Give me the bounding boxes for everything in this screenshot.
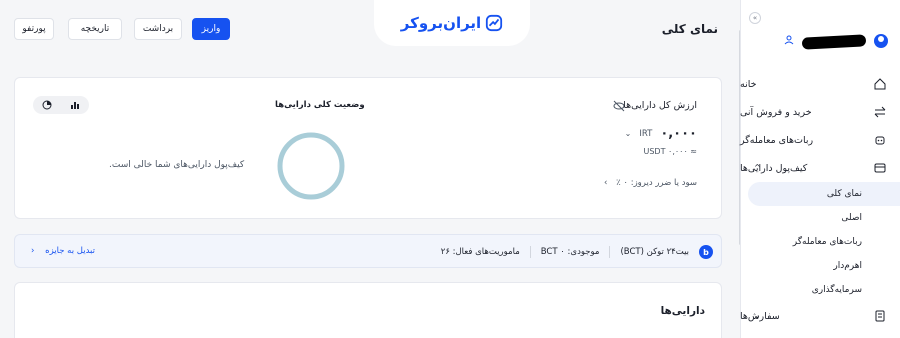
usdt-value: ≈ ۰,۰۰۰ USDT (643, 147, 697, 156)
sidebar: « خانه خرید و فروش آنی ربات‌های معامله‌گ… (740, 0, 900, 338)
sidebar-item-instant-trade[interactable]: خرید و فروش آنی (740, 98, 900, 126)
bct-active-missions: ماموریت‌های فعال: ۲۶ (440, 247, 520, 257)
irt-amount: ۰,۰۰۰ (660, 126, 697, 141)
chevron-up-icon[interactable]: ^ (754, 163, 761, 172)
user-name-redacted (801, 34, 867, 50)
sidebar-subitem-main[interactable]: اصلی (740, 206, 900, 230)
collapse-sidebar-icon[interactable]: « (749, 12, 761, 24)
assets-status-title: وضعیت کلی دارایی‌ها (275, 100, 365, 110)
history-button[interactable]: تاریخچه (68, 18, 122, 40)
irt-balance: ⌄ IRT ۰,۰۰۰ (625, 126, 697, 141)
page-title: نمای کلی (661, 22, 718, 36)
bct-token-strip: b بیت۲۴ توکن (BCT) موجودی: ۰ BCT ماموریت… (14, 234, 722, 268)
chevron-down-icon[interactable]: ⌄ (625, 129, 632, 138)
assets-donut-chart (277, 132, 345, 200)
wallet-icon (874, 163, 886, 173)
top-header: پورتفو تاریخچه برداشت واریز ایران‌بروکر … (0, 0, 738, 58)
sidebar-item-trading-bots[interactable]: ربات‌های معامله‌گر (740, 126, 900, 154)
pnl-link[interactable]: سود یا ضرر دیروز: ۰ ٪ › (604, 178, 697, 188)
chevron-left-icon: › (604, 178, 608, 188)
sidebar-subitem-overview[interactable]: نمای کلی (748, 182, 900, 206)
assets-title: دارایی‌ها (660, 305, 705, 317)
sidebar-item-home[interactable]: خانه (740, 70, 900, 98)
sidebar-subitem-investment[interactable]: سرمایه‌گذاری (740, 278, 900, 302)
divider (609, 246, 611, 258)
irt-unit: IRT (639, 128, 653, 139)
sidebar-item-label: خرید و فروش آنی (740, 106, 812, 118)
bct-balance: موجودی: ۰ BCT (540, 247, 600, 257)
sidebar-item-label: ربات‌های معامله‌گر (740, 134, 814, 146)
portfolio-button[interactable]: پورتفو (14, 18, 54, 40)
bar-chart-icon[interactable] (70, 100, 80, 110)
deposit-button[interactable]: واریز (192, 18, 230, 40)
convert-to-reward-label: تبدیل به جایزه (45, 246, 95, 256)
divider (529, 246, 531, 258)
orders-icon (875, 310, 885, 322)
total-assets-title: ارزش کل دارایی‌ها (623, 100, 697, 111)
home-icon (874, 78, 886, 90)
assets-list-card: دارایی‌ها (14, 282, 722, 338)
chevron-left-icon: ‹ (31, 246, 35, 256)
sidebar-item-wallet[interactable]: کیف‌پول دارایی‌ها ^ (740, 154, 900, 182)
chart-toggle[interactable] (33, 96, 89, 114)
empty-wallet-message: کیف‌پول دارایی‌های شما خالی است. (109, 160, 245, 170)
sidebar-subitem-leverage[interactable]: اهرم‌دار (740, 254, 900, 278)
avatar (874, 34, 888, 48)
brand-logo[interactable]: ایران‌بروکر (374, 0, 530, 46)
logo-mark-icon (486, 14, 503, 32)
robot-icon (875, 136, 885, 145)
bct-token-name: بیت۲۴ توکن (BCT) (620, 247, 689, 257)
bct-info: b بیت۲۴ توکن (BCT) موجودی: ۰ BCT ماموریت… (441, 235, 713, 269)
pie-chart-icon[interactable] (42, 100, 52, 110)
user-verified-icon (784, 35, 794, 45)
assets-overview-card: ارزش کل دارایی‌ها ⌄ IRT ۰,۰۰۰ ≈ ۰,۰۰۰ US… (14, 77, 722, 219)
sidebar-subitem-trading-bots[interactable]: ربات‌های معامله‌گر (740, 230, 900, 254)
swap-icon (874, 106, 886, 118)
sidebar-item-label: کیف‌پول دارایی‌ها (740, 162, 808, 174)
withdraw-button[interactable]: برداشت (134, 18, 182, 40)
chevron-down-icon[interactable]: ⌄ (754, 311, 761, 320)
user-profile[interactable] (768, 32, 888, 52)
bct-logo-icon: b (699, 245, 713, 259)
sidebar-nav: خانه خرید و فروش آنی ربات‌های معامله‌گر … (740, 70, 900, 330)
convert-to-reward-link[interactable]: تبدیل به جایزه ‹ (31, 246, 95, 256)
sidebar-item-label: خانه (740, 78, 757, 90)
pnl-label: سود یا ضرر دیروز: ۰ ٪ (616, 178, 697, 188)
logo-text: ایران‌بروکر (400, 14, 482, 32)
sidebar-item-orders[interactable]: سفارش‌ها ⌄ (740, 302, 900, 330)
